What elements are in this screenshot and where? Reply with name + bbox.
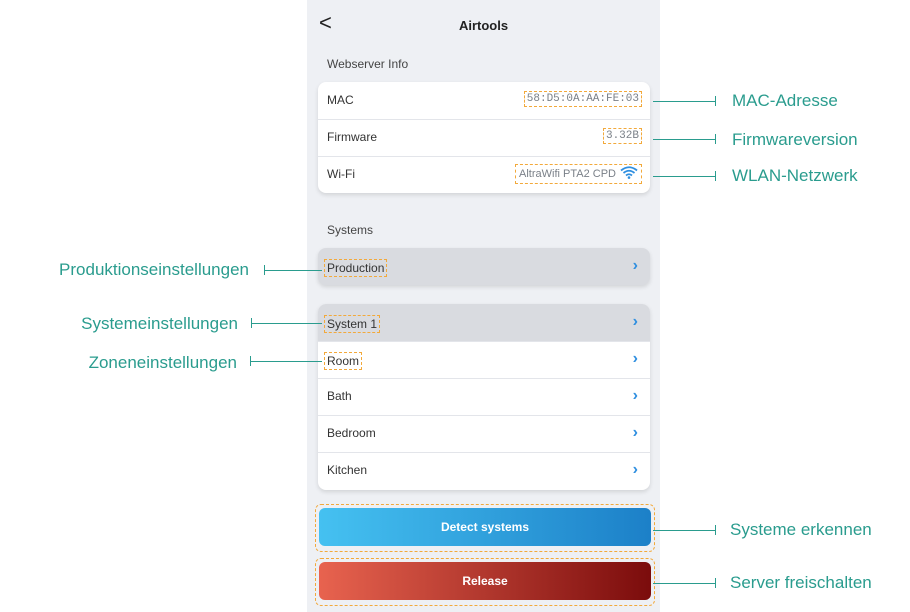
wifi-value-box: AltraWifi PTA2 CPD [515, 164, 642, 184]
zone-label: Bath [327, 389, 352, 403]
detect-highlight: Detect systems [315, 504, 655, 552]
zone-label: Bedroom [327, 426, 376, 440]
annotation-line [653, 101, 715, 102]
webserver-section-title: Webserver Info [327, 57, 409, 71]
production-label: Production [324, 259, 388, 277]
annotation-tick [715, 578, 716, 588]
firmware-value: 3.32B [602, 128, 642, 144]
zone-item-kitchen[interactable]: Kitchen › [318, 452, 650, 489]
annotation-tick [715, 171, 716, 181]
annotation-line [250, 361, 322, 362]
release-highlight: Release [315, 558, 655, 606]
annotation-zone: Zoneneinstellungen [88, 353, 237, 372]
systems-section-title: Systems [327, 223, 374, 237]
chevron-right-icon: › [632, 257, 638, 274]
annotation-production: Produktionseinstellungen [59, 260, 249, 279]
annotation-tick [715, 525, 716, 535]
page-title: Airtools [458, 18, 509, 33]
webserver-info-card: MAC 58:D5:0A:AA:FE:03 Firmware 3.32B Wi-… [318, 82, 650, 193]
annotation-line [653, 139, 715, 140]
wifi-value: AltraWifi PTA2 CPD [519, 168, 616, 180]
annotation-mac: MAC-Adresse [732, 91, 838, 110]
wifi-label: Wi-Fi [327, 167, 355, 181]
firmware-row: Firmware 3.32B [318, 119, 650, 157]
annotation-wlan: WLAN-Netzwerk [732, 166, 858, 185]
detect-systems-button[interactable]: Detect systems [319, 508, 651, 546]
zone-label: Room [324, 352, 363, 370]
chevron-right-icon: › [632, 387, 638, 404]
annotation-line [653, 583, 715, 584]
mac-row: MAC 58:D5:0A:AA:FE:03 [318, 82, 650, 120]
zone-label: Kitchen [327, 463, 368, 477]
system-item[interactable]: System 1 › [318, 304, 650, 342]
annotation-system: Systemeinstellungen [81, 314, 238, 333]
annotation-tick [715, 134, 716, 144]
chevron-right-icon: › [632, 350, 638, 367]
wifi-row: Wi-Fi AltraWifi PTA2 CPD [318, 156, 650, 193]
annotation-release: Server freischalten [730, 573, 872, 592]
chevron-right-icon: › [632, 424, 638, 441]
production-item[interactable]: Production › [318, 248, 650, 285]
chevron-right-icon: › [632, 313, 638, 330]
systems-list-card: System 1 › Room › Bath › Bedroom › Kitch… [318, 304, 650, 490]
annotation-line [264, 270, 322, 271]
production-row: Production › [318, 248, 650, 285]
annotation-detect: Systeme erkennen [730, 520, 872, 539]
mac-value: 58:D5:0A:AA:FE:03 [523, 91, 642, 107]
annotation-line [251, 323, 322, 324]
zone-item-bath[interactable]: Bath › [318, 378, 650, 416]
chevron-right-icon: › [632, 461, 638, 478]
annotation-line [653, 530, 715, 531]
annotation-line [653, 176, 715, 177]
mac-label: MAC [327, 93, 354, 107]
system-label: System 1 [324, 315, 381, 333]
zone-item-bedroom[interactable]: Bedroom › [318, 415, 650, 453]
annotation-firmware: Firmwareversion [732, 130, 858, 149]
wifi-icon [620, 166, 638, 182]
app-screen: < Airtools Webserver Info MAC 58:D5:0A:A… [307, 0, 660, 612]
zone-item-room[interactable]: Room › [318, 341, 650, 379]
firmware-label: Firmware [327, 130, 377, 144]
annotation-tick [715, 96, 716, 106]
top-bar: < Airtools [307, 0, 660, 52]
release-button[interactable]: Release [319, 562, 651, 600]
